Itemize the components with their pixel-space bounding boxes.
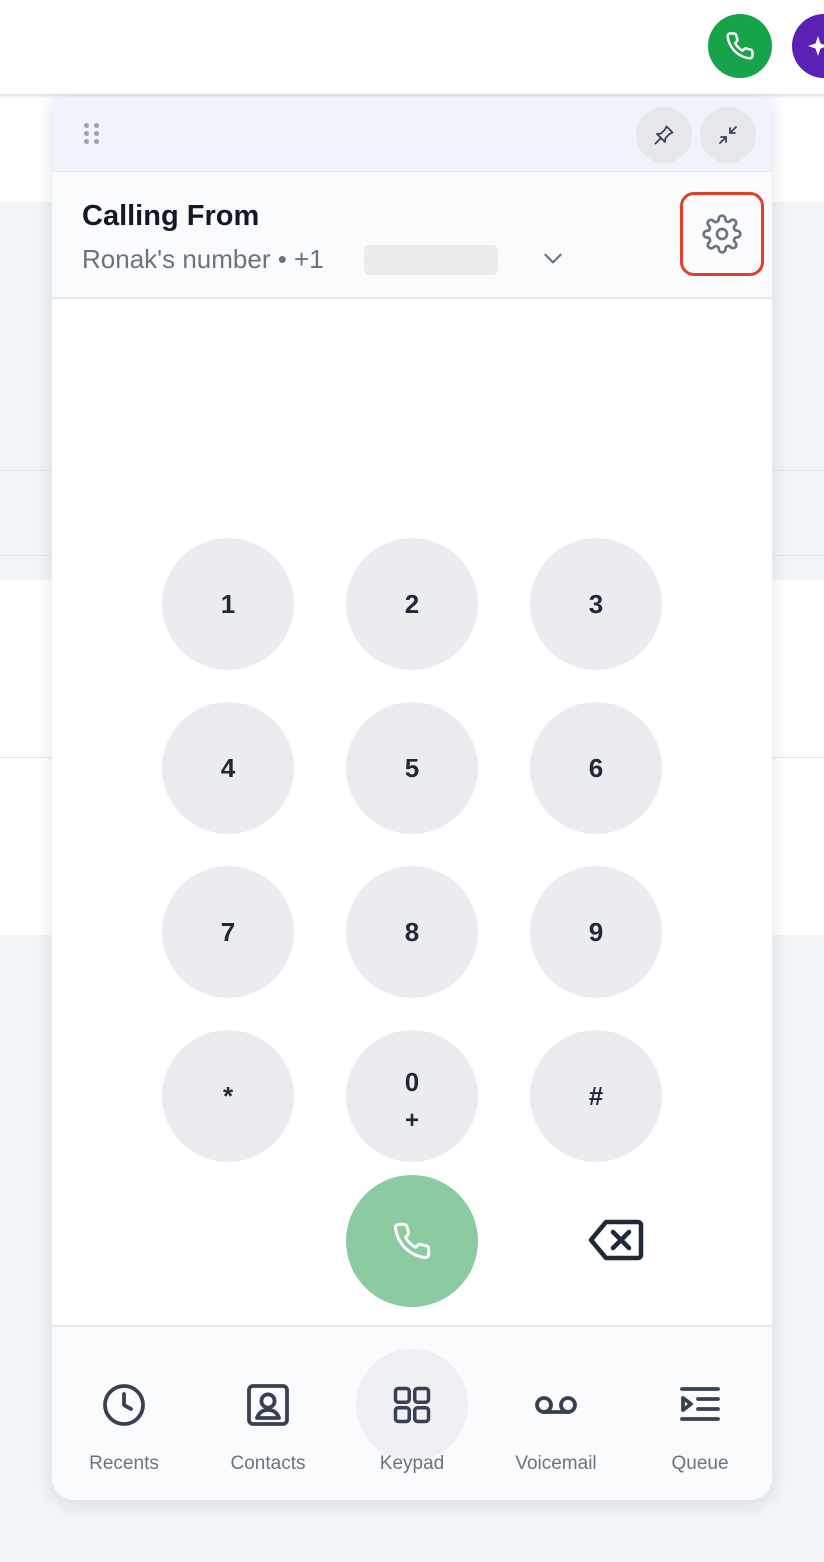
key-digit: 9 <box>588 917 604 947</box>
nav-icon-wrap <box>356 1349 468 1461</box>
key-digit: 2 <box>404 589 420 619</box>
nav-icon-wrap <box>68 1349 180 1461</box>
keypad-grid-icon <box>393 1386 431 1424</box>
nav-recents[interactable]: Recents <box>52 1327 196 1500</box>
key-digit: 4 <box>220 753 236 783</box>
clock-icon <box>103 1384 145 1426</box>
calling-from-section: Calling From Ronak's number • +18 <box>52 172 772 299</box>
pin-button[interactable] <box>636 107 692 163</box>
minimize-button[interactable] <box>700 107 756 163</box>
key-digit: 0 <box>404 1067 420 1097</box>
contact-card-icon <box>247 1384 289 1426</box>
key-digit: * <box>222 1081 234 1111</box>
top-call-button[interactable] <box>708 14 772 78</box>
key-hash[interactable]: # <box>530 1030 662 1162</box>
dialer-panel: Calling From Ronak's number • +18 1 2 3 … <box>52 97 772 1500</box>
calling-from-title: Calling From <box>82 200 260 232</box>
nav-icon-wrap <box>500 1349 612 1461</box>
nav-label: Voicemail <box>515 1453 597 1474</box>
bottom-nav: Recents Contacts Keypad Voicemail Queue <box>52 1325 772 1500</box>
minimize-icon <box>719 126 737 144</box>
key-8[interactable]: 8 <box>346 866 478 998</box>
nav-label: Queue <box>671 1453 729 1474</box>
phone-icon <box>726 32 754 60</box>
key-digit: 7 <box>220 917 236 947</box>
chevron-down-icon[interactable] <box>540 245 566 271</box>
key-9[interactable]: 9 <box>530 866 662 998</box>
pin-icon <box>654 125 674 145</box>
nav-icon-wrap <box>644 1349 756 1461</box>
nav-label: Contacts <box>230 1453 306 1474</box>
backspace-icon[interactable] <box>588 1218 644 1262</box>
sparkle-icon <box>808 36 824 56</box>
key-digit: 5 <box>404 753 420 783</box>
nav-contacts[interactable]: Contacts <box>196 1327 340 1500</box>
nav-label: Keypad <box>379 1453 445 1474</box>
key-4[interactable]: 4 <box>162 702 294 834</box>
avatar[interactable] <box>792 14 824 78</box>
key-sub-label: + <box>404 1107 419 1134</box>
caller-number-prefix: Ronak's number • +1 <box>82 244 324 274</box>
redacted-number-mask <box>364 245 498 275</box>
key-digit: # <box>588 1081 604 1111</box>
phone-icon <box>394 1222 431 1259</box>
key-1[interactable]: 1 <box>162 538 294 670</box>
key-2[interactable]: 2 <box>346 538 478 670</box>
app-topbar <box>0 0 824 96</box>
voicemail-icon <box>535 1396 577 1414</box>
dialer-header <box>52 97 772 172</box>
call-button[interactable] <box>346 1175 478 1307</box>
drag-handle-icon[interactable] <box>84 123 100 145</box>
key-digit: 3 <box>588 589 604 619</box>
nav-keypad[interactable]: Keypad <box>340 1327 484 1500</box>
key-6[interactable]: 6 <box>530 702 662 834</box>
key-digit: 8 <box>404 917 420 947</box>
nav-icon-wrap <box>212 1349 324 1461</box>
queue-icon <box>680 1387 720 1421</box>
key-7[interactable]: 7 <box>162 866 294 998</box>
settings-button[interactable] <box>680 192 764 276</box>
key-5[interactable]: 5 <box>346 702 478 834</box>
gear-icon <box>702 214 742 254</box>
key-star[interactable]: * <box>162 1030 294 1162</box>
key-digit: 1 <box>220 589 236 619</box>
nav-queue[interactable]: Queue <box>628 1327 772 1500</box>
nav-label: Recents <box>89 1453 159 1474</box>
key-3[interactable]: 3 <box>530 538 662 670</box>
key-digit: 6 <box>588 753 604 783</box>
nav-voicemail[interactable]: Voicemail <box>484 1327 628 1500</box>
key-0[interactable]: 0 + <box>346 1030 478 1162</box>
